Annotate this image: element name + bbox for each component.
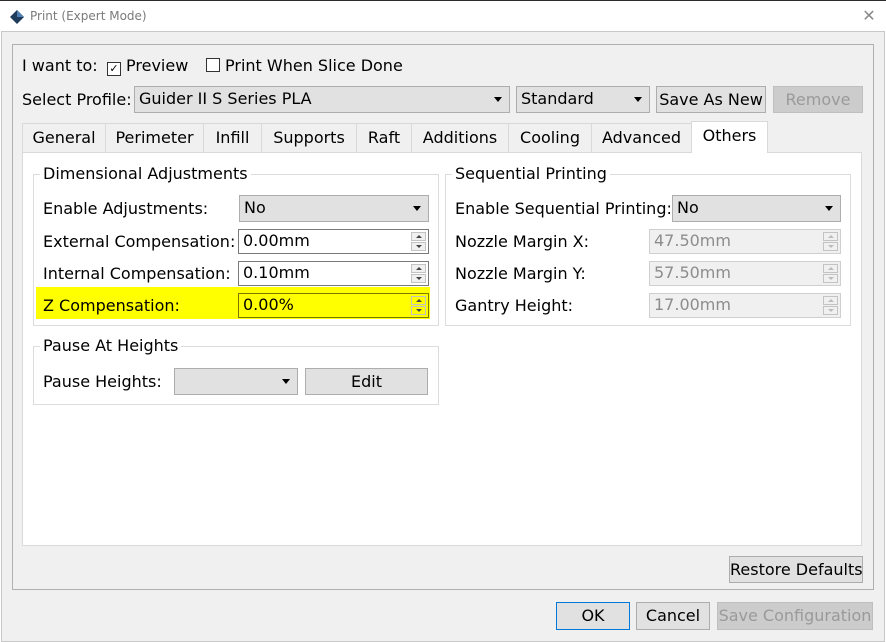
z-compensation-spinbox[interactable]: 0.00% — [238, 293, 429, 318]
enable-adjustments-select[interactable]: No — [239, 195, 429, 222]
pause-heights-label: Pause Heights: — [43, 372, 162, 391]
spin-buttons[interactable] — [823, 232, 838, 251]
window-title: Print (Expert Mode) — [30, 9, 147, 23]
internal-compensation-value: 0.10mm — [243, 263, 310, 282]
external-compensation-spinbox[interactable]: 0.00mm — [238, 229, 429, 254]
remove-button[interactable]: Remove — [773, 86, 863, 113]
chevron-down-icon — [825, 206, 833, 211]
print-when-done-check-icon[interactable] — [206, 58, 220, 72]
enable-adjustments-value: No — [244, 198, 266, 217]
enable-sequential-value: No — [677, 198, 699, 217]
print-when-done-checkbox[interactable]: Print When Slice Done — [206, 56, 403, 76]
spin-buttons[interactable] — [823, 264, 838, 283]
preview-label: Preview — [126, 56, 189, 75]
profile-select[interactable]: Guider II S Series PLA — [134, 86, 510, 113]
pause-heights-select[interactable] — [174, 368, 298, 395]
spin-buttons[interactable] — [411, 232, 426, 251]
internal-compensation-label: Internal Compensation: — [43, 264, 231, 283]
tab-general[interactable]: General — [22, 123, 106, 152]
spin-buttons[interactable] — [411, 296, 426, 315]
gantry-height-value: 17.00mm — [654, 295, 731, 314]
enable-adjustments-label: Enable Adjustments: — [43, 199, 209, 218]
spin-up-icon[interactable] — [411, 232, 426, 241]
nozzle-margin-y-value: 57.50mm — [654, 263, 731, 282]
spin-down-icon[interactable] — [823, 306, 838, 315]
spin-down-icon[interactable] — [411, 306, 426, 315]
spin-up-icon[interactable] — [411, 296, 426, 305]
z-compensation-value: 0.00% — [243, 295, 294, 314]
external-compensation-value: 0.00mm — [243, 231, 310, 250]
enable-sequential-label: Enable Sequential Printing: — [455, 199, 672, 218]
nozzle-margin-x-value: 47.50mm — [654, 231, 731, 250]
spin-up-icon[interactable] — [411, 264, 426, 273]
nozzle-margin-y-label: Nozzle Margin Y: — [455, 264, 586, 283]
chevron-down-icon — [282, 379, 290, 384]
app-diamond-icon — [9, 9, 25, 25]
chevron-down-icon — [494, 97, 502, 102]
external-compensation-label: External Compensation: — [43, 232, 236, 251]
tab-others[interactable]: Others — [691, 121, 768, 153]
title-bar[interactable]: Print (Expert Mode) ✕ — [0, 1, 886, 31]
tab-advanced[interactable]: Advanced — [591, 123, 692, 152]
select-profile-label: Select Profile: — [22, 90, 132, 109]
save-configuration-button[interactable]: Save Configuration — [717, 602, 873, 630]
pause-at-heights-title: Pause At Heights — [40, 336, 182, 356]
edit-button[interactable]: Edit — [305, 368, 428, 395]
nozzle-margin-x-label: Nozzle Margin X: — [455, 232, 590, 251]
tab-raft[interactable]: Raft — [356, 123, 412, 152]
dimensional-adjustments-title: Dimensional Adjustments — [40, 164, 251, 184]
spin-down-icon[interactable] — [823, 274, 838, 283]
spin-down-icon[interactable] — [411, 274, 426, 283]
gantry-height-label: Gantry Height: — [455, 296, 574, 315]
print-when-done-label: Print When Slice Done — [225, 56, 403, 75]
spin-up-icon[interactable] — [823, 264, 838, 273]
spin-up-icon[interactable] — [823, 232, 838, 241]
spin-up-icon[interactable] — [823, 296, 838, 305]
preview-check-icon[interactable]: ✓ — [107, 62, 121, 76]
sequential-printing-title: Sequential Printing — [452, 164, 610, 184]
cancel-button[interactable]: Cancel — [636, 602, 710, 630]
quality-select[interactable]: Standard — [516, 86, 650, 113]
chevron-down-icon — [413, 206, 421, 211]
ok-button[interactable]: OK — [556, 602, 630, 630]
tab-supports[interactable]: Supports — [261, 123, 357, 152]
chevron-down-icon — [634, 97, 642, 102]
i-want-to-label: I want to: — [22, 56, 98, 75]
enable-sequential-select[interactable]: No — [672, 195, 841, 222]
spin-down-icon[interactable] — [823, 242, 838, 251]
spin-down-icon[interactable] — [411, 242, 426, 251]
z-compensation-label: Z Compensation: — [43, 296, 180, 315]
quality-select-value: Standard — [521, 89, 594, 108]
restore-defaults-button[interactable]: Restore Defaults — [729, 556, 863, 583]
close-icon[interactable]: ✕ — [858, 5, 880, 27]
preview-checkbox[interactable]: ✓ Preview — [107, 56, 188, 76]
tab-perimeter[interactable]: Perimeter — [105, 123, 204, 152]
spin-buttons[interactable] — [411, 264, 426, 283]
nozzle-margin-x-spinbox[interactable]: 47.50mm — [649, 229, 841, 254]
gantry-height-spinbox[interactable]: 17.00mm — [649, 293, 841, 318]
spin-buttons[interactable] — [823, 296, 838, 315]
save-as-new-button[interactable]: Save As New — [656, 86, 766, 113]
tab-cooling[interactable]: Cooling — [508, 123, 592, 152]
nozzle-margin-y-spinbox[interactable]: 57.50mm — [649, 261, 841, 286]
tab-infill[interactable]: Infill — [203, 123, 262, 152]
internal-compensation-spinbox[interactable]: 0.10mm — [238, 261, 429, 286]
profile-select-value: Guider II S Series PLA — [139, 89, 312, 108]
tab-additions[interactable]: Additions — [411, 123, 509, 152]
